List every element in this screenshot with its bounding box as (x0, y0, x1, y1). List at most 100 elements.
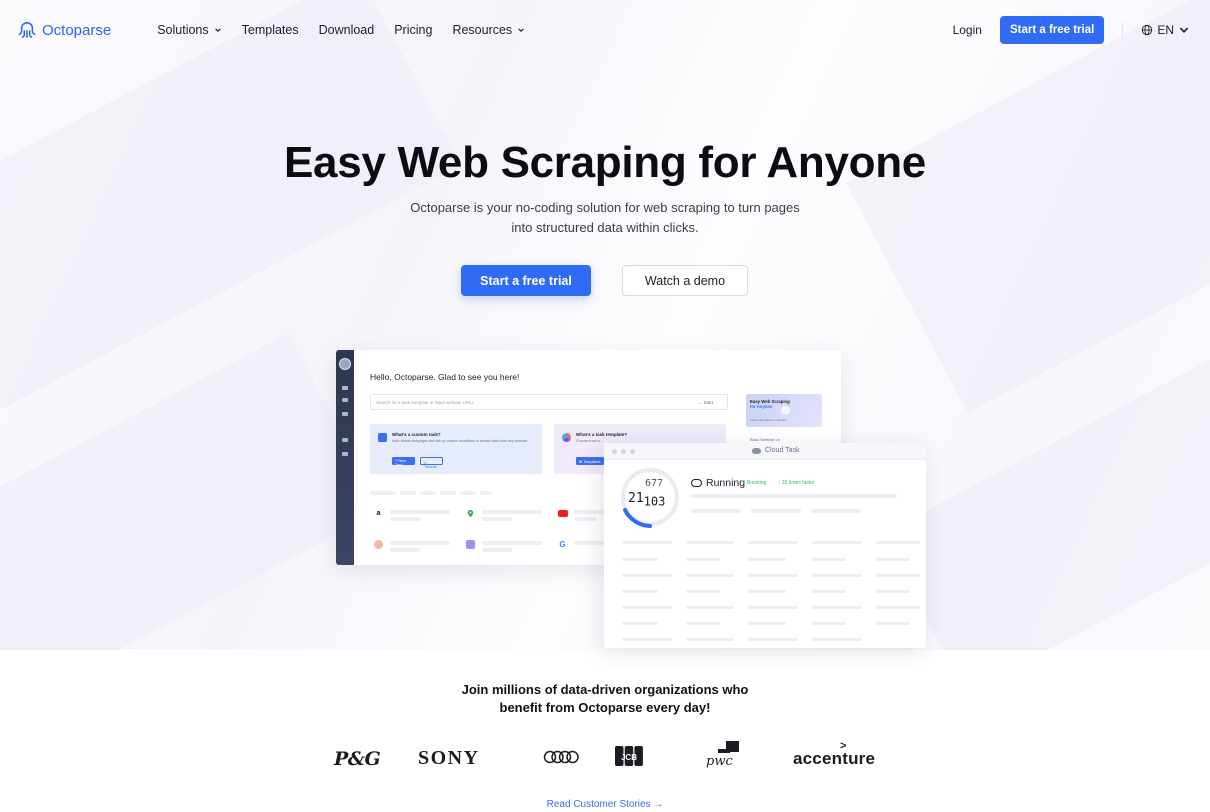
octoparse-logo[interactable]: Octoparse (18, 21, 111, 39)
sidebar-icon (342, 452, 348, 456)
skeleton-bar (811, 509, 861, 513)
skeleton-bar (686, 558, 720, 561)
chevron-down-icon (1179, 27, 1189, 33)
pwc-text: pwc (706, 754, 733, 769)
skeleton-bar (480, 491, 492, 495)
skeleton-bar (622, 541, 672, 544)
accenture-logo: accenture (793, 749, 876, 768)
skeleton-bar (482, 517, 512, 521)
skeleton-bar (691, 509, 741, 513)
skeleton-bar (686, 638, 734, 641)
skeleton-bar (686, 574, 734, 577)
skeleton-bar (812, 574, 862, 577)
app-search-start: → Start (697, 400, 713, 405)
nav-item-label: Resources (452, 23, 513, 37)
counter-top: 677 (645, 478, 664, 489)
webinar-label: Basic Webinar on (750, 438, 780, 442)
skeleton-bar (686, 606, 734, 609)
amazon-icon: a (376, 510, 381, 517)
custom-task-card: What's a custom task? Auto-detect webpag… (370, 424, 542, 474)
language-label: EN (1157, 23, 1174, 37)
skeleton-bar (748, 590, 786, 593)
skeleton-bar (876, 558, 910, 561)
window-dot (621, 449, 626, 454)
skeleton-bar (622, 622, 658, 625)
promo-video-card: Easy Web Scraping for Anyone Learn Octop… (746, 394, 822, 427)
nav-item-label: Templates (241, 23, 299, 37)
nav-start-trial-button[interactable]: Start a free trial (999, 16, 1105, 44)
skeleton-bar (390, 510, 450, 514)
language-selector[interactable]: EN (1141, 23, 1190, 37)
skeleton-bar (812, 541, 862, 544)
bg-band (881, 346, 1210, 650)
customer-logos: P&G SONY JCB pwc accenture > (0, 740, 1210, 776)
nav-actions: Login Start a free trial EN (953, 16, 1192, 44)
card-description: Auto-detect webpages and set up custom w… (392, 439, 528, 443)
skeleton-bar (390, 517, 420, 521)
template-icon (562, 433, 571, 442)
google-icon: G (559, 540, 566, 549)
nav-item-label: Pricing (394, 23, 433, 37)
skeleton-bar (482, 541, 542, 545)
nav-item-resources[interactable]: Resources (452, 23, 525, 37)
read-customer-stories-link[interactable]: Read Customer Stories → (0, 799, 1210, 810)
top-navigation: Octoparse Solutions Templates Download P… (0, 0, 1210, 60)
watch-demo-button[interactable]: Watch a demo (622, 265, 748, 296)
audi-logo (543, 750, 579, 764)
skeleton-bar (812, 590, 846, 593)
skeleton-bar (691, 494, 897, 498)
chevron-down-icon (518, 28, 524, 32)
skeleton-bar (748, 638, 798, 641)
running-status: Running (691, 477, 745, 489)
nav-divider (1122, 22, 1124, 38)
skeleton-bar (574, 510, 608, 514)
new-task-button: + New Task (392, 457, 415, 467)
skeleton-bar (400, 491, 416, 495)
skeleton-bar (812, 638, 862, 641)
counter-sub: 103 (643, 494, 666, 509)
cloud-panel-title-text: Cloud Task (765, 447, 800, 454)
bg-band (0, 333, 383, 650)
app-search-placeholder: Search for a task template or input webs… (376, 400, 474, 405)
cloud-icon (752, 447, 761, 454)
skeleton-bar (748, 541, 798, 544)
window-dot (612, 449, 617, 454)
nav-item-pricing[interactable]: Pricing (394, 23, 432, 37)
skeleton-bar (482, 548, 512, 552)
skeleton-bar (574, 541, 604, 545)
document-icon (378, 433, 387, 442)
nav-item-label: Download (318, 23, 375, 37)
skeleton-bar (812, 558, 846, 561)
youtube-icon (558, 510, 568, 517)
site-icon (374, 540, 383, 549)
skeleton-bar (751, 509, 801, 513)
nav-item-solutions[interactable]: Solutions (157, 23, 221, 37)
login-link[interactable]: Login (953, 23, 982, 37)
nav-item-templates[interactable]: Templates (242, 23, 299, 37)
cloud-panel-title: Cloud Task (752, 447, 800, 454)
svg-text:JCB: JCB (621, 753, 637, 762)
skeleton-bar (440, 491, 456, 495)
hero-subtitle-line: Octoparse is your no-coding solution for… (410, 200, 800, 215)
social-proof-headline: Join millions of data-driven organizatio… (0, 681, 1210, 717)
skeleton-bar (482, 510, 542, 514)
skeleton-bar (748, 622, 786, 625)
sony-logo: SONY (418, 747, 480, 769)
headline-line: Join millions of data-driven organizatio… (461, 682, 749, 697)
skeleton-bar (686, 541, 734, 544)
start-free-trial-button[interactable]: Start a free trial (461, 265, 591, 296)
skeleton-bar (420, 491, 436, 495)
app-greeting: Hello, Octoparse. Glad to see you here! (370, 372, 520, 382)
templates-button: ⊞ Templates (576, 457, 604, 465)
cloud-task-panel: Cloud Task 677 21103 Running ⚡ Boosting … (604, 443, 926, 648)
sidebar-icon (342, 438, 348, 442)
skeleton-bar (390, 548, 420, 552)
skeleton-bar (876, 606, 920, 609)
nav-item-download[interactable]: Download (319, 23, 375, 37)
skeleton-bar (622, 638, 672, 641)
skeleton-bar (876, 541, 920, 544)
skeleton-bar (622, 606, 672, 609)
hero-subtitle: Octoparse is your no-coding solution for… (380, 198, 830, 238)
skeleton-bar (622, 558, 658, 561)
hero-title: Easy Web Scraping for Anyone (284, 138, 926, 187)
